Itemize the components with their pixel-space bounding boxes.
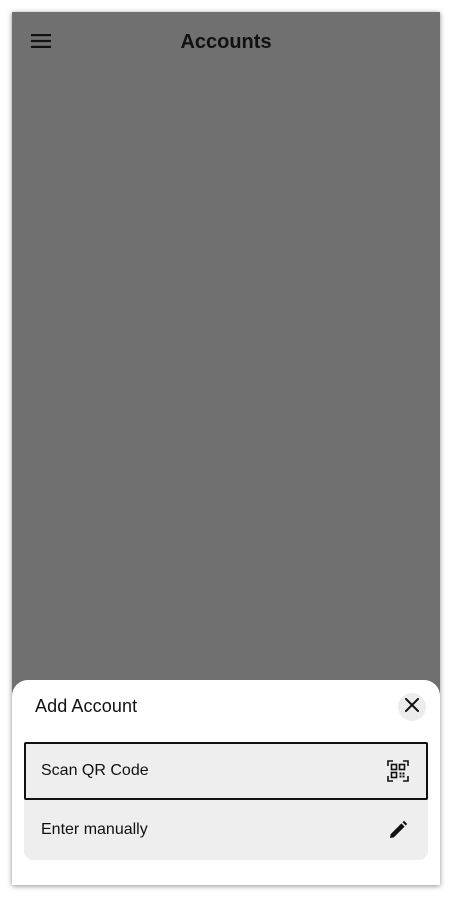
- option-label: Enter manually: [41, 821, 148, 838]
- scan-qr-code-option[interactable]: Scan QR Code: [24, 742, 428, 800]
- option-label: Scan QR Code: [41, 762, 149, 779]
- app-bar: Accounts: [12, 12, 440, 74]
- app-screen: Accounts Add Account Scan QR Code Enter …: [12, 12, 440, 885]
- enter-manually-option[interactable]: Enter manually: [24, 801, 428, 859]
- close-icon: [404, 697, 420, 717]
- add-account-bottom-sheet: Add Account Scan QR Code Enter manually: [12, 680, 440, 885]
- sheet-title: Add Account: [35, 696, 138, 716]
- add-account-options: Scan QR Code Enter manually: [24, 742, 428, 860]
- qr-code-scan-icon: [386, 759, 410, 783]
- pencil-icon: [386, 818, 410, 842]
- page-title: Accounts: [180, 31, 272, 53]
- close-button[interactable]: [398, 693, 426, 721]
